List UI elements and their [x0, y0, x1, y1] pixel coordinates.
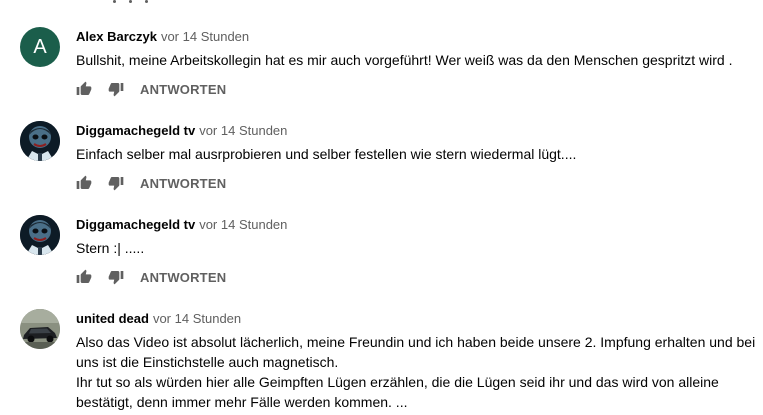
- comment-text: Einfach selber mal ausrprobieren und sel…: [76, 146, 577, 162]
- thumb-up-icon[interactable]: [76, 175, 92, 191]
- previous-comment-remnant: [113, 0, 163, 4]
- thumb-down-icon[interactable]: [108, 175, 124, 191]
- comment-header: Alex Barczyk vor 14 Stunden: [76, 28, 249, 46]
- comment-time[interactable]: vor 14 Stunden: [153, 311, 241, 326]
- comment-actions: ANTWORTEN: [76, 174, 226, 192]
- avatar-letter: A: [33, 35, 47, 58]
- comment-text: Bullshit, meine Arbeitskollegin hat es m…: [76, 52, 733, 68]
- author-avatar[interactable]: [20, 309, 60, 349]
- author-name[interactable]: united dead: [76, 311, 149, 326]
- reply-button[interactable]: ANTWORTEN: [140, 270, 226, 285]
- author-name[interactable]: Diggamachegeld tv: [76, 123, 195, 138]
- thumb-up-icon[interactable]: [76, 269, 92, 285]
- thumb-down-icon[interactable]: [108, 269, 124, 285]
- comment-text: Also das Video ist absolut lächerlich, m…: [76, 334, 756, 410]
- thumb-down-icon[interactable]: [108, 81, 124, 97]
- reply-button[interactable]: ANTWORTEN: [140, 82, 226, 97]
- comment-thread: A Alex Barczyk vor 14 Stunden Bullshit, m…: [0, 27, 763, 107]
- comment-thread: Diggamachegeld tv vor 14 Stunden Stern :|…: [0, 215, 763, 295]
- comment-time[interactable]: vor 14 Stunden: [199, 123, 287, 138]
- reply-button[interactable]: ANTWORTEN: [140, 176, 226, 191]
- comment-header: Diggamachegeld tv vor 14 Stunden: [76, 122, 287, 140]
- comment-time[interactable]: vor 14 Stunden: [161, 29, 249, 44]
- thumb-up-icon[interactable]: [76, 81, 92, 97]
- comment-time[interactable]: vor 14 Stunden: [199, 217, 287, 232]
- author-name[interactable]: Alex Barczyk: [76, 29, 157, 44]
- author-name[interactable]: Diggamachegeld tv: [76, 217, 195, 232]
- comment-header: united dead vor 14 Stunden: [76, 310, 241, 328]
- comment-text: Stern :| .....: [76, 240, 145, 256]
- comment-thread: Diggamachegeld tv vor 14 Stunden Einfach …: [0, 121, 763, 201]
- comment-thread: united dead vor 14 Stunden Also das Video…: [0, 309, 763, 415]
- author-avatar[interactable]: A: [20, 27, 60, 67]
- comment-header: Diggamachegeld tv vor 14 Stunden: [76, 216, 287, 234]
- car-avatar-image: [20, 309, 60, 349]
- comment-actions: ANTWORTEN: [76, 80, 226, 98]
- author-avatar[interactable]: [20, 215, 60, 255]
- joker-avatar-image: [20, 215, 60, 255]
- comment-actions: ANTWORTEN: [76, 268, 226, 286]
- author-avatar[interactable]: [20, 121, 60, 161]
- joker-avatar-image: [20, 121, 60, 161]
